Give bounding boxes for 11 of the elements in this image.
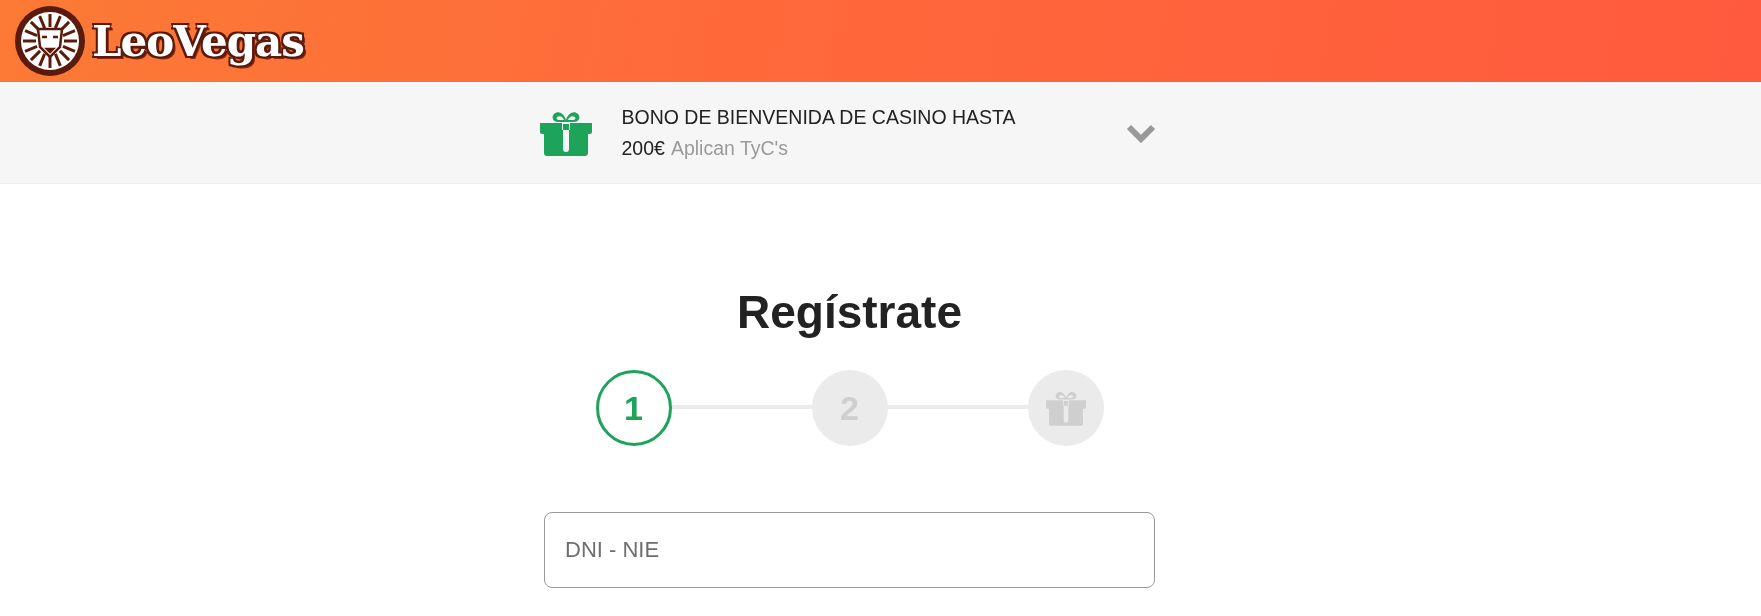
bonus-amount: 200€ [621,135,665,161]
page-title: Regístrate [737,285,962,340]
id-number-field[interactable]: DNI - NIE [544,512,1155,588]
lion-logo-icon [14,5,86,77]
chevron-icon[interactable] [1125,122,1156,143]
gift-icon [539,109,592,156]
bonus-offer: BONO DE BIENVENIDA DE CASINO HASTA [621,104,1016,130]
gift-icon [1045,390,1086,426]
terms-link[interactable]: Aplican TyC's [670,132,789,164]
step-indicator: 1 [595,370,672,446]
brand-logo[interactable]: LeoVegas [92,16,304,66]
